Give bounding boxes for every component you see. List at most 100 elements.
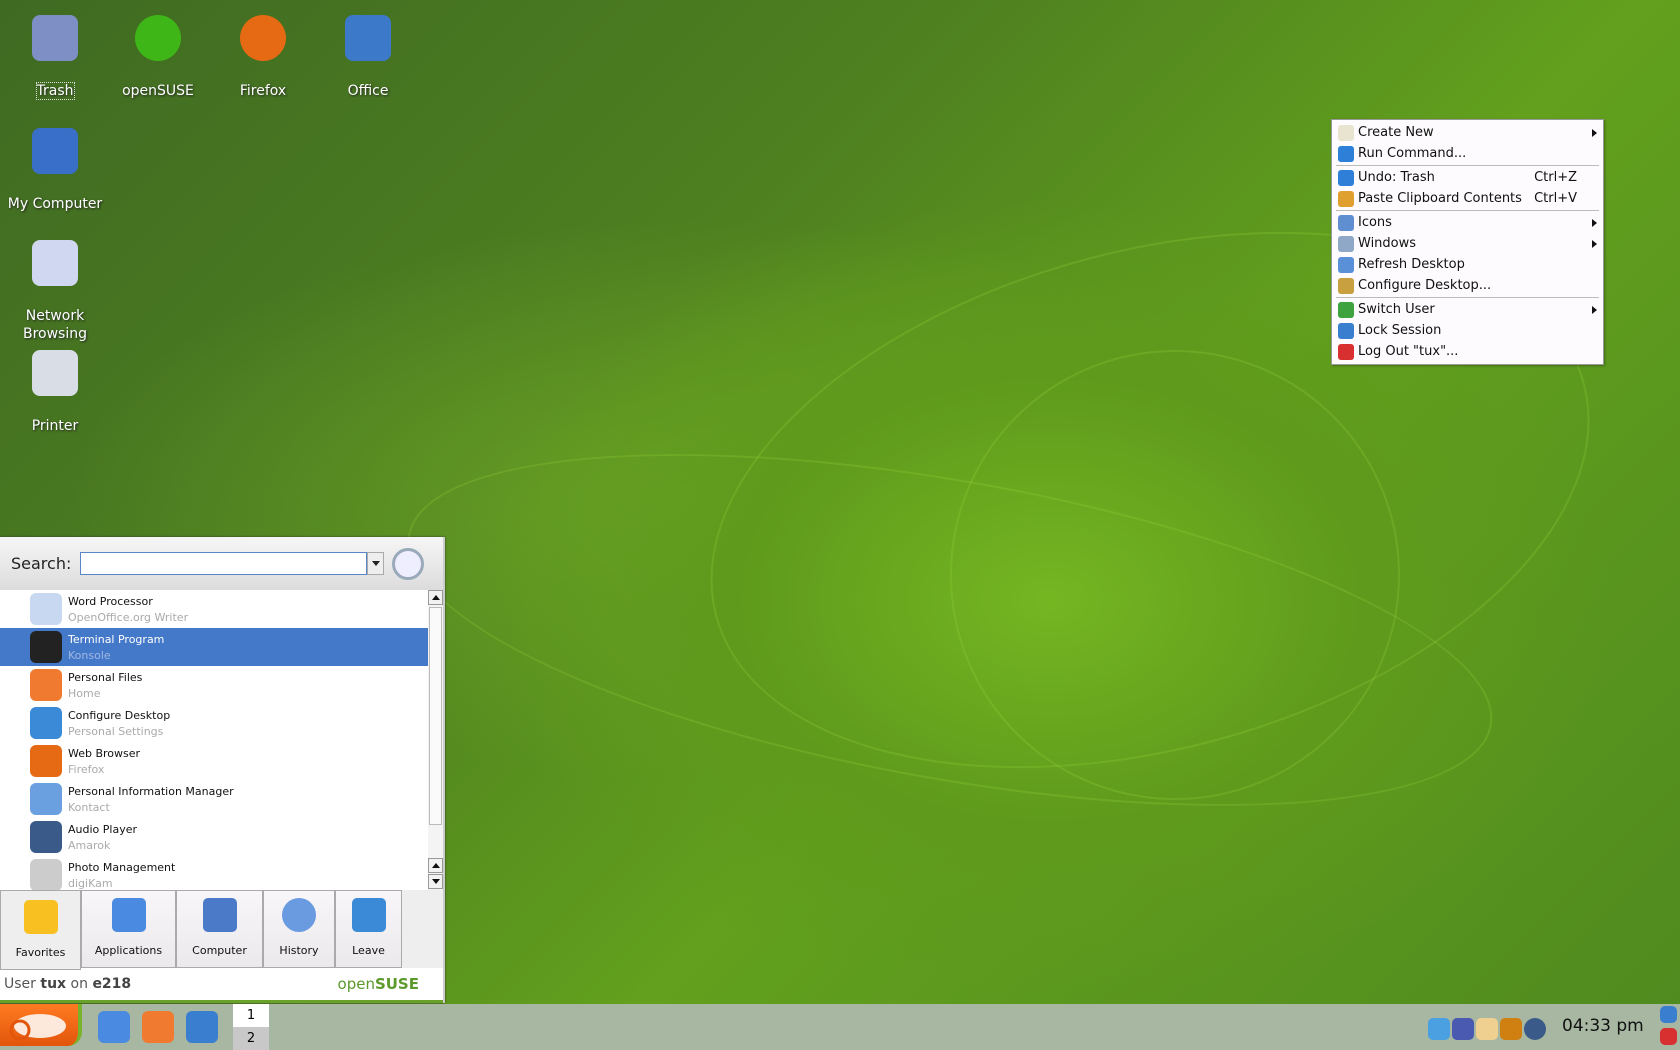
item-subtitle: Firefox: [68, 762, 105, 776]
clock[interactable]: 04:33 pm: [1562, 1016, 1644, 1036]
item-title: Web Browser: [68, 746, 141, 760]
menu-item-create-new[interactable]: Create New: [1336, 122, 1599, 143]
desktop-icon-label: Printer: [31, 418, 79, 434]
klipper-icon[interactable]: [1476, 1018, 1498, 1040]
shortcut-label: Ctrl+V: [1534, 191, 1577, 206]
applications-icon: [111, 898, 146, 932]
desktop-icon-network-browsing[interactable]: Network Browsing: [5, 240, 105, 343]
refresh-icon: [1338, 256, 1354, 273]
logout-icon: [1338, 343, 1354, 360]
desktop-icon-office[interactable]: Office: [318, 15, 418, 100]
list-item[interactable]: Word Processor OpenOffice.org Writer: [0, 590, 428, 628]
terminal-icon: [30, 631, 62, 663]
scroll-down-button[interactable]: [428, 874, 443, 889]
menu-item-configure-desktop[interactable]: Configure Desktop...: [1336, 275, 1599, 296]
search-history-dropdown[interactable]: [367, 552, 385, 575]
tab-label: Computer: [192, 944, 247, 957]
tab-applications[interactable]: Applications: [81, 890, 176, 968]
list-item[interactable]: Audio Player Amarok: [0, 818, 428, 856]
submenu-arrow-icon: [1592, 305, 1597, 314]
tab-favorites[interactable]: Favorites: [0, 890, 81, 970]
quicklaunch-konqueror-icon[interactable]: [186, 1011, 218, 1043]
arrow-up-icon: [431, 863, 440, 868]
menu-item-run-command[interactable]: Run Command...: [1336, 143, 1599, 164]
printer-icon: [32, 350, 78, 396]
pager-desktop-2[interactable]: 2: [233, 1027, 269, 1050]
quicklaunch-home-icon[interactable]: [142, 1011, 174, 1043]
writer-icon: [30, 593, 62, 625]
desktop-icon-label: Office: [347, 83, 389, 99]
user-name: tux: [40, 976, 67, 992]
launcher-footer: User tux on e218 openSUSE: [0, 968, 443, 1003]
menu-separator: [1336, 210, 1599, 211]
menu-item-refresh-desktop[interactable]: Refresh Desktop: [1336, 254, 1599, 275]
menu-item-paste-clipboard-contents[interactable]: Paste Clipboard Contents Ctrl+V: [1336, 188, 1599, 209]
configure-desktop-icon: [30, 707, 62, 739]
leave-icon: [351, 898, 386, 932]
item-title: Terminal Program: [68, 632, 165, 646]
list-item[interactable]: Terminal Program Konsole: [0, 628, 428, 666]
item-title: Personal Files: [68, 670, 143, 684]
logout-icon[interactable]: [1660, 1028, 1677, 1045]
menu-item-log-out-tux[interactable]: Log Out "tux"...: [1336, 341, 1599, 362]
arrow-down-icon: [431, 879, 440, 884]
item-title: Personal Information Manager: [68, 784, 234, 798]
kickoff-launcher: Search: Word Processor OpenOffice.org Wri…: [0, 537, 445, 1003]
scroll-up-button[interactable]: [428, 590, 443, 605]
quicklaunch-configure-icon[interactable]: [98, 1011, 130, 1043]
item-subtitle: OpenOffice.org Writer: [68, 610, 189, 624]
scrollbar[interactable]: [428, 590, 443, 890]
item-subtitle: Amarok: [68, 838, 111, 852]
list-item[interactable]: Configure Desktop Personal Settings: [0, 704, 428, 742]
tab-leave[interactable]: Leave: [335, 890, 402, 968]
network-icon[interactable]: [1452, 1018, 1474, 1040]
menu-separator: [1336, 297, 1599, 298]
menu-item-label: Paste Clipboard Contents: [1358, 191, 1522, 206]
menu-item-undo-trash[interactable]: Undo: Trash Ctrl+Z: [1336, 167, 1599, 188]
menu-item-lock-session[interactable]: Lock Session: [1336, 320, 1599, 341]
favorites-list: Word Processor OpenOffice.org Writer Termi…: [0, 590, 428, 890]
desktop-icon-my-computer[interactable]: My Computer: [5, 128, 105, 213]
menu-item-label: Switch User: [1358, 302, 1435, 317]
list-item[interactable]: Personal Files Home: [0, 666, 428, 704]
windows-icon: [1338, 235, 1354, 252]
menu-item-label: Windows: [1358, 236, 1417, 251]
tab-history[interactable]: History: [263, 890, 335, 968]
menu-item-windows[interactable]: Windows: [1336, 233, 1599, 254]
desktop-icon-firefox[interactable]: Firefox: [213, 15, 313, 100]
search-input[interactable]: [80, 552, 368, 575]
volume-icon[interactable]: [1428, 1018, 1450, 1040]
desktop-icon-printer[interactable]: Printer: [5, 350, 105, 435]
taskbar: 1 2 04:33 pm: [0, 1004, 1680, 1050]
amarok-icon[interactable]: [1524, 1018, 1546, 1040]
list-item[interactable]: Photo Management digiKam: [0, 856, 428, 890]
kontact-icon: [30, 783, 62, 815]
list-item[interactable]: Personal Information Manager Kontact: [0, 780, 428, 818]
item-title: Word Processor: [68, 594, 153, 608]
desktop-icon-opensuse[interactable]: openSUSE: [108, 15, 208, 100]
run-icon: [1338, 145, 1354, 162]
tab-label: Leave: [352, 944, 385, 957]
lock-icon: [1338, 322, 1354, 339]
computer-icon: [202, 898, 237, 932]
lock-icon[interactable]: [1660, 1006, 1677, 1023]
list-item[interactable]: Web Browser Firefox: [0, 742, 428, 780]
tab-computer[interactable]: Computer: [176, 890, 263, 968]
menu-item-icons[interactable]: Icons: [1336, 212, 1599, 233]
launcher-tabs: Favorites Applications Computer History Leav…: [0, 890, 443, 970]
icons-icon: [1338, 214, 1354, 231]
menu-item-label: Configure Desktop...: [1358, 278, 1492, 293]
menu-item-label: Refresh Desktop: [1358, 257, 1465, 272]
scrollbar-thumb[interactable]: [429, 607, 442, 825]
item-subtitle: Konsole: [68, 648, 111, 662]
desktop-icon-trash[interactable]: Trash: [5, 15, 105, 100]
kickoff-menu-button[interactable]: [0, 1004, 82, 1046]
scroll-up-button-lower[interactable]: [428, 858, 443, 873]
brand-open: open: [337, 975, 375, 993]
wallet-icon[interactable]: [1500, 1018, 1522, 1040]
menu-item-switch-user[interactable]: Switch User: [1336, 299, 1599, 320]
desktop-icon-label: My Computer: [7, 196, 103, 212]
menu-item-label: Lock Session: [1358, 323, 1442, 338]
pager-desktop-1[interactable]: 1: [233, 1004, 269, 1027]
desktop-icon-label: Trash: [35, 82, 75, 100]
